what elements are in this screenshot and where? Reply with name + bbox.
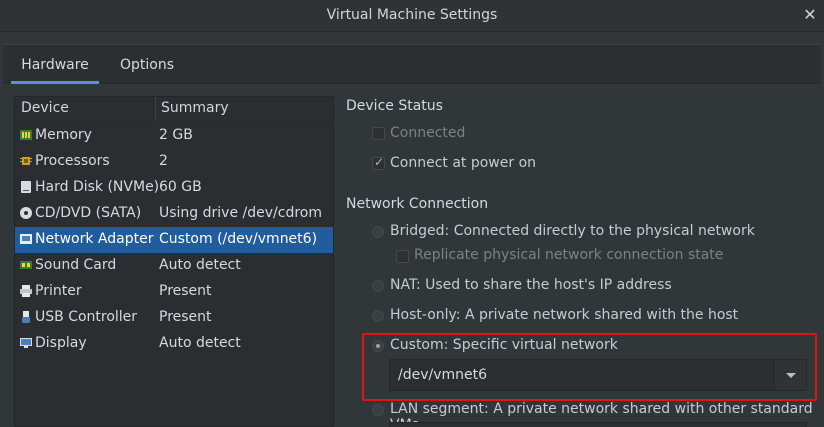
printer-icon: [20, 285, 32, 297]
device-row-memory[interactable]: Memory 2 GB: [15, 123, 333, 149]
bridged-label: Bridged: Connected directly to the physi…: [390, 223, 755, 239]
device-name: Network Adapter: [35, 231, 154, 247]
device-name: Memory: [35, 127, 92, 143]
device-summary: Using drive /dev/cdrom: [159, 205, 322, 221]
device-name: USB Controller: [35, 309, 138, 325]
memory-icon: [20, 130, 32, 140]
connected-checkbox[interactable]: [372, 127, 385, 140]
device-name: Printer: [35, 283, 82, 299]
processor-icon: [20, 157, 32, 165]
device-summary: Custom (/dev/vmnet6): [159, 231, 318, 247]
device-row-hard-disk[interactable]: Hard Disk (NVMe) 60 GB: [15, 175, 333, 201]
network-connection-title: Network Connection: [346, 196, 489, 212]
nat-label: NAT: Used to share the host's IP address: [390, 277, 672, 293]
host-only-label: Host-only: A private network shared with…: [390, 307, 739, 323]
custom-network-select[interactable]: /dev/vmnet6: [389, 359, 807, 391]
connect-at-power-on-checkbox[interactable]: [372, 155, 385, 170]
device-summary: Present: [159, 309, 212, 325]
connect-at-power-on-label: Connect at power on: [390, 155, 537, 171]
device-name: CD/DVD (SATA): [35, 205, 142, 221]
device-row-display[interactable]: Display Auto detect: [15, 331, 333, 357]
device-summary: Auto detect: [159, 257, 241, 273]
close-icon[interactable]: ✕: [800, 5, 820, 25]
device-row-processors[interactable]: Processors 2: [15, 149, 333, 175]
device-row-printer[interactable]: Printer Present: [15, 279, 333, 305]
connected-label: Connected: [390, 125, 466, 141]
device-summary: 2 GB: [159, 127, 193, 143]
network-adapter-icon: [20, 234, 32, 244]
lan-segment-radio[interactable]: [372, 404, 384, 416]
device-list[interactable]: Device Summary Memory 2 GB Processors 2 …: [14, 96, 334, 427]
lan-segment-select[interactable]: [389, 422, 807, 427]
device-summary: 60 GB: [159, 179, 202, 195]
summary-column-header[interactable]: Summary: [161, 100, 229, 116]
device-summary: Auto detect: [159, 335, 241, 351]
custom-network-value: /dev/vmnet6: [398, 367, 488, 383]
usb-icon: [22, 311, 30, 323]
tab-hardware[interactable]: Hardware: [11, 45, 99, 84]
device-column-header[interactable]: Device: [21, 100, 69, 116]
device-name: Processors: [35, 153, 110, 169]
device-list-header: Device Summary: [15, 97, 333, 121]
tab-strip: Hardware Options: [3, 44, 821, 84]
sound-card-icon: [20, 261, 32, 269]
device-name: Display: [35, 335, 87, 351]
display-icon: [20, 338, 32, 348]
device-name: Hard Disk (NVMe): [35, 179, 160, 195]
host-only-radio[interactable]: [372, 310, 384, 322]
column-divider: [155, 97, 156, 121]
tab-options[interactable]: Options: [105, 45, 189, 84]
device-status-title: Device Status: [346, 98, 443, 114]
hard-disk-icon: [21, 181, 31, 193]
replicate-state-label: Replicate physical network connection st…: [414, 247, 724, 263]
window-title: Virtual Machine Settings: [326, 7, 498, 23]
bridged-radio[interactable]: [372, 226, 384, 238]
device-summary: Present: [159, 283, 212, 299]
title-bar: Virtual Machine Settings ✕: [0, 0, 824, 32]
device-row-usb-controller[interactable]: USB Controller Present: [15, 305, 333, 331]
chevron-down-icon[interactable]: [774, 360, 806, 390]
cd-dvd-icon: [20, 207, 32, 219]
device-row-cd-dvd[interactable]: CD/DVD (SATA) Using drive /dev/cdrom: [15, 201, 333, 227]
replicate-state-checkbox[interactable]: [396, 250, 409, 263]
device-summary: 2: [159, 153, 168, 169]
device-name: Sound Card: [35, 257, 117, 273]
nat-radio[interactable]: [372, 280, 384, 292]
device-row-network-adapter[interactable]: Network Adapter Custom (/dev/vmnet6): [15, 227, 333, 253]
device-row-sound-card[interactable]: Sound Card Auto detect: [15, 253, 333, 279]
